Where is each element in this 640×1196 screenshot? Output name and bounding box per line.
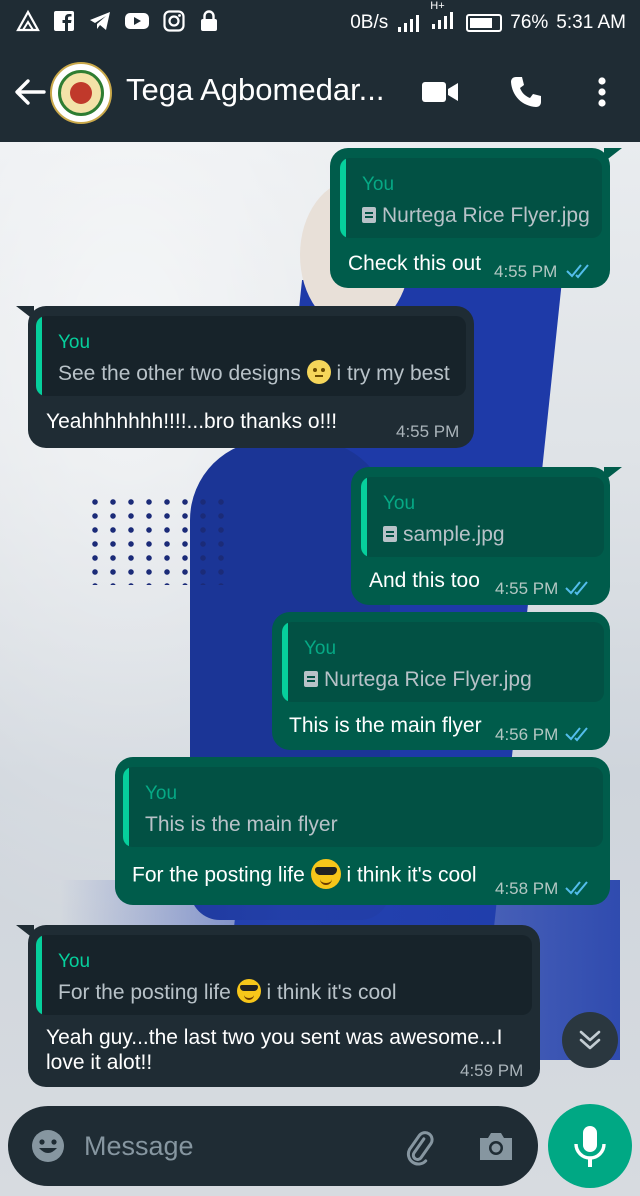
network-type: H+ [430, 0, 458, 36]
quote-author: You [304, 638, 337, 659]
clock: 5:31 AM [556, 12, 626, 33]
message-time: 4:58 PM [495, 879, 559, 898]
quote-text: Nurtega Rice Flyer.jpg [304, 668, 532, 692]
quoted-message[interactable]: You Nurtega Rice Flyer.jpg [340, 158, 602, 238]
message-time: 4:56 PM [495, 725, 559, 744]
facebook-icon [54, 11, 74, 31]
telegram-icon [90, 12, 110, 30]
scroll-to-bottom-button[interactable] [562, 1012, 618, 1068]
document-icon [383, 526, 397, 542]
face-emoji-icon [306, 360, 331, 385]
quote-text: This is the main flyer [145, 813, 338, 836]
wallpaper-dots [86, 495, 226, 585]
camera-icon[interactable] [476, 1126, 516, 1166]
battery-level: 76% [510, 12, 549, 33]
document-icon [304, 671, 318, 687]
quote-bar [36, 316, 42, 396]
quote-bar [123, 767, 129, 847]
message-bubble-incoming[interactable]: You See the other two designs i try my b… [16, 306, 474, 448]
read-receipt-icon [565, 727, 588, 742]
contact-name[interactable]: Tega Agbomedar... [126, 72, 396, 108]
signal-icon [398, 15, 420, 32]
message-text: Yeahhhhhhh!!!!...bro thanks o!!! [46, 410, 338, 433]
message-text-end: i think it's cool [346, 863, 477, 887]
voice-call-icon[interactable] [506, 72, 546, 112]
quote-text: Nurtega Rice Flyer.jpg [362, 204, 590, 228]
warning-triangle-icon [16, 9, 40, 32]
microphone-icon [574, 1126, 606, 1167]
message-time: 4:55 PM [494, 262, 558, 281]
quote-text-end: i try my best [336, 362, 450, 385]
message-composer [8, 1106, 538, 1186]
battery-icon [466, 14, 503, 32]
quote-bar [282, 622, 288, 702]
quote-author: You [383, 493, 416, 514]
status-bar: 0B/s H+ 76% 5:31 AM [0, 0, 640, 42]
message-time: 4:55 PM [396, 422, 460, 441]
avatar-logo-center [70, 82, 92, 104]
emoji-icon[interactable] [30, 1128, 66, 1164]
message-text: Check this out [348, 252, 482, 275]
paperclip-icon[interactable] [398, 1126, 438, 1166]
sunglasses-emoji-icon [236, 979, 261, 1004]
read-receipt-icon [565, 581, 588, 596]
quote-filename: Nurtega Rice Flyer.jpg [382, 204, 590, 227]
message-bubble-outgoing[interactable]: You Nurtega Rice Flyer.jpg Check this ou… [330, 148, 622, 288]
notification-icons [16, 9, 220, 33]
message-bubble-outgoing[interactable]: You Nurtega Rice Flyer.jpg This is the m… [272, 612, 610, 750]
message-bubble-outgoing[interactable]: You sample.jpg And this too 4:55 PM [351, 467, 622, 605]
sunglasses-emoji-icon [310, 859, 341, 889]
voice-message-button[interactable] [548, 1104, 632, 1188]
quoted-message[interactable]: You See the other two designs i try my b… [36, 316, 466, 396]
quoted-message[interactable]: You For the posting life i think it's co… [36, 935, 532, 1015]
message-bubble-outgoing[interactable]: You This is the main flyer For the posti… [115, 757, 610, 905]
back-arrow-icon[interactable] [12, 72, 48, 112]
message-input[interactable] [84, 1126, 384, 1166]
quote-text: sample.jpg [383, 523, 505, 547]
quote-bar [361, 477, 367, 557]
video-call-icon[interactable] [420, 72, 460, 112]
quote-author: You [145, 783, 178, 804]
quote-author: You [58, 951, 91, 972]
message-bubble-incoming[interactable]: You For the posting life i think it's co… [16, 925, 540, 1087]
mobile-data-signal-icon [432, 12, 454, 29]
quoted-message[interactable]: You Nurtega Rice Flyer.jpg [282, 622, 604, 702]
read-receipt-icon [566, 264, 589, 279]
network-speed: 0B/s [350, 12, 389, 33]
quote-text: See the other two designs i try my best [58, 360, 450, 386]
quote-author: You [362, 174, 395, 195]
contact-avatar[interactable] [50, 62, 112, 124]
double-chevron-down-icon [579, 1030, 601, 1050]
more-vert-icon[interactable] [582, 72, 622, 112]
quote-text-end: i think it's cool [266, 981, 397, 1004]
quoted-message[interactable]: You sample.jpg [361, 477, 604, 557]
message-text: This is the main flyer [289, 714, 482, 737]
message-time: 4:55 PM [495, 579, 559, 598]
message-time: 4:59 PM [460, 1061, 524, 1080]
quote-text: For the posting life i think it's cool [58, 979, 397, 1005]
quote-filename: sample.jpg [403, 523, 505, 546]
lock-icon [201, 10, 217, 31]
chat-header: Tega Agbomedar... [0, 42, 640, 142]
message-text: For the posting life i think it's cool [132, 859, 477, 891]
quoted-message[interactable]: You This is the main flyer [123, 767, 603, 847]
message-text: Yeah guy...the last two you sent was awe… [46, 1026, 503, 1074]
network-type-label: H+ [430, 0, 445, 12]
quote-author: You [58, 332, 91, 353]
instagram-icon [163, 10, 185, 32]
youtube-icon [125, 13, 149, 29]
system-indicators: 0B/s H+ 76% 5:31 AM [350, 0, 626, 36]
document-icon [362, 207, 376, 223]
quote-text-start: For the posting life [58, 981, 231, 1004]
message-text: And this too [369, 569, 480, 592]
quote-bar [340, 158, 346, 238]
quote-text-start: See the other two designs [58, 362, 301, 385]
read-receipt-icon [565, 881, 588, 896]
quote-filename: Nurtega Rice Flyer.jpg [324, 668, 532, 691]
quote-bar [36, 935, 42, 1015]
message-text-start: For the posting life [132, 863, 305, 887]
